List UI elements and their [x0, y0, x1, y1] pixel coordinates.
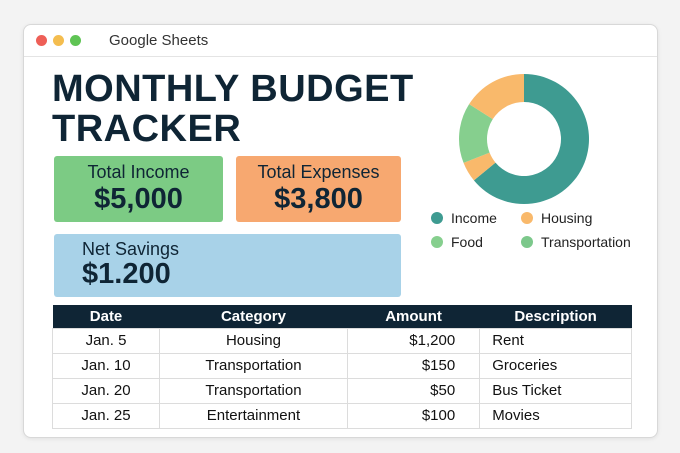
card-value: $3,800 — [274, 183, 363, 215]
minimize-window-button[interactable] — [53, 35, 64, 46]
table-cell[interactable]: $100 — [346, 402, 481, 429]
close-window-button[interactable] — [36, 35, 47, 46]
table-cell[interactable]: Movies — [479, 402, 632, 429]
legend-item-food: Food — [431, 234, 521, 250]
chart-legend: Income Housing Food Transportation — [431, 210, 651, 250]
table-cell[interactable]: Jan. 20 — [51, 377, 161, 404]
card-value: $1.200 — [82, 258, 171, 290]
table-cell[interactable]: $150 — [346, 352, 481, 379]
legend-label: Transportation — [541, 234, 631, 250]
table-row: Jan. 5 Housing $1,200 Rent — [51, 327, 632, 354]
title-bar: Google Sheets — [24, 25, 657, 57]
card-value: $5,000 — [94, 183, 183, 215]
app-window: Google Sheets MONTHLY BUDGET TRACKER Tot… — [23, 24, 658, 438]
column-header[interactable]: Category — [159, 305, 348, 328]
legend-label: Food — [451, 234, 483, 250]
total-income-card: Total Income $5,000 — [54, 156, 223, 222]
legend-swatch-icon — [431, 212, 443, 224]
card-label: Total Income — [87, 162, 190, 182]
legend-swatch-icon — [521, 212, 533, 224]
column-header[interactable]: Date — [52, 305, 160, 328]
transactions-table: Date Category Amount Description Jan. 5 Hous… — [51, 305, 632, 429]
app-title: Google Sheets — [109, 32, 209, 49]
table-cell[interactable]: Jan. 5 — [51, 327, 161, 354]
legend-label: Housing — [541, 210, 593, 226]
title-line-2: TRACKER — [52, 108, 242, 150]
legend-item-transportation: Transportation — [521, 234, 651, 250]
table-row: Jan. 25 Entertainment $100 Movies — [51, 402, 632, 429]
table-row: Jan. 10 Transportation $150 Groceries — [51, 352, 632, 379]
table-cell[interactable]: Jan. 25 — [51, 402, 161, 429]
card-label: Total Expenses — [257, 162, 380, 182]
table-cell[interactable]: Jan. 10 — [51, 352, 161, 379]
table-cell[interactable]: Housing — [159, 327, 348, 354]
column-header[interactable]: Amount — [347, 305, 480, 328]
table-row: Jan. 20 Transportation $50 Bus Ticket — [51, 377, 632, 404]
maximize-window-button[interactable] — [70, 35, 81, 46]
table-cell[interactable]: Transportation — [159, 377, 348, 404]
legend-item-housing: Housing — [521, 210, 651, 226]
table-cell[interactable]: $50 — [346, 377, 481, 404]
table-cell[interactable]: Bus Ticket — [479, 377, 632, 404]
table-cell[interactable]: $1,200 — [346, 327, 481, 354]
legend-item-income: Income — [431, 210, 521, 226]
legend-swatch-icon — [521, 236, 533, 248]
table-cell[interactable]: Rent — [479, 327, 632, 354]
total-expenses-card: Total Expenses $3,800 — [236, 156, 401, 222]
net-savings-card: Net Savings $1.200 — [54, 234, 401, 297]
table-header-row: Date Category Amount Description — [52, 305, 632, 328]
page-title: MONTHLY BUDGET TRACKER — [52, 69, 414, 149]
table-cell[interactable]: Transportation — [159, 352, 348, 379]
card-label: Net Savings — [82, 239, 180, 259]
legend-label: Income — [451, 210, 497, 226]
table-cell[interactable]: Groceries — [479, 352, 632, 379]
column-header[interactable]: Description — [479, 305, 632, 328]
donut-chart — [459, 74, 589, 205]
table-cell[interactable]: Entertainment — [159, 402, 348, 429]
title-line-1: MONTHLY BUDGET — [52, 68, 414, 110]
legend-swatch-icon — [431, 236, 443, 248]
